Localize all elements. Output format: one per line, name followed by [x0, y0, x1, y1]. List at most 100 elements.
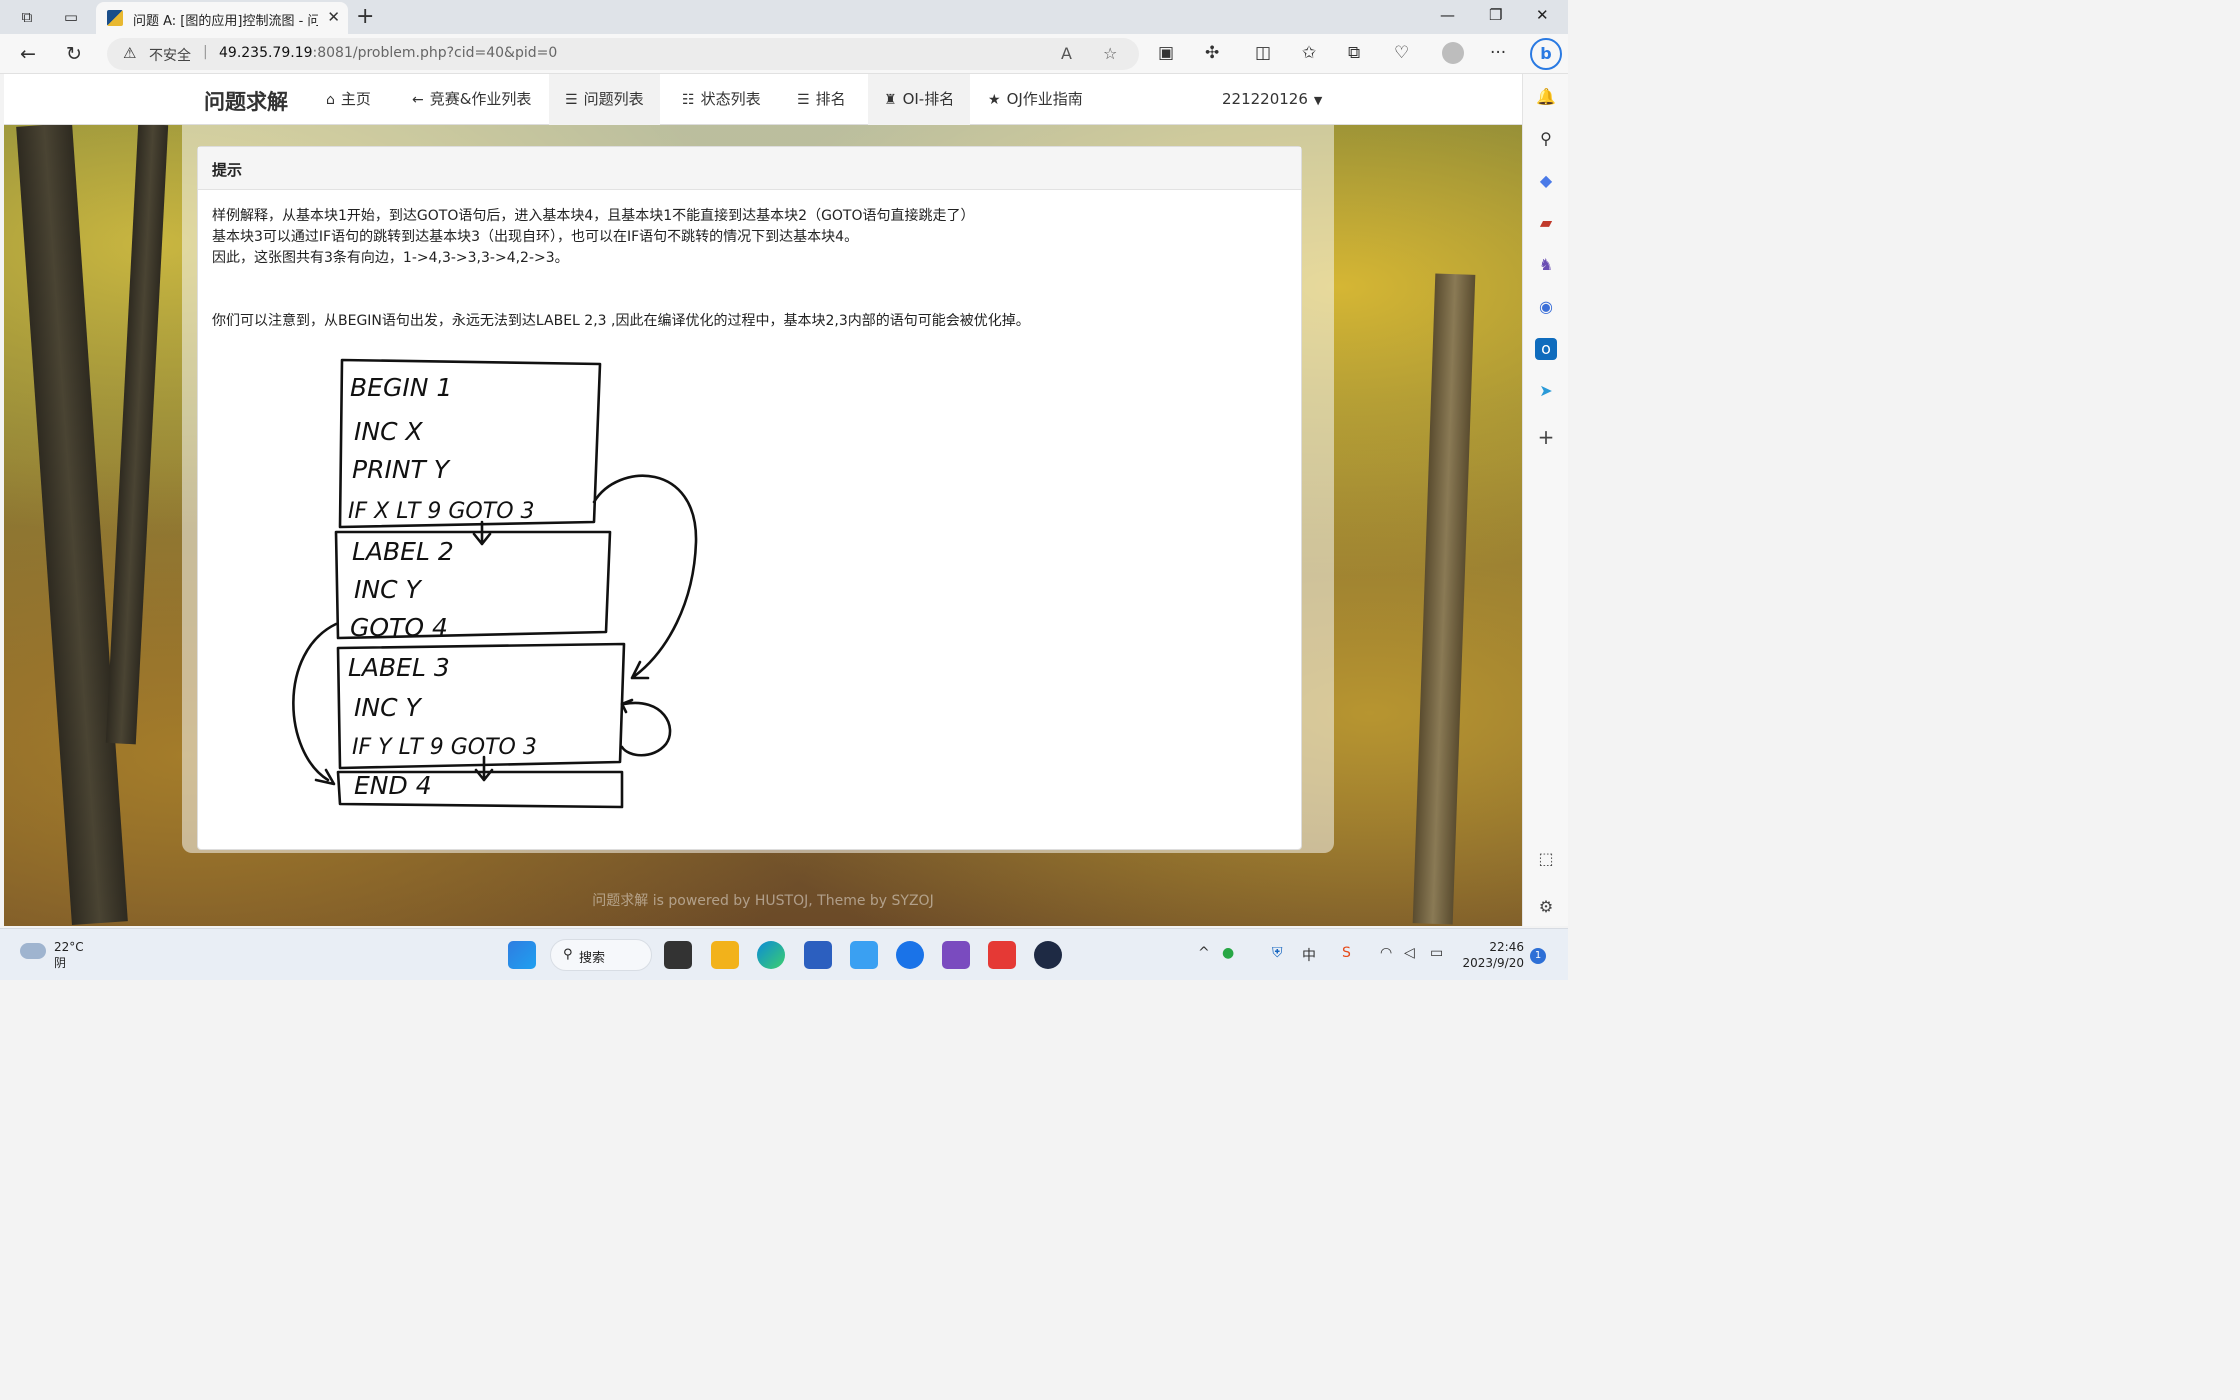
site-footer: 问题求解 is powered by HUSTOJ, Theme by SYZO…	[592, 893, 934, 909]
send-icon[interactable]: ➤	[1535, 380, 1557, 402]
panel-body: 样例解释，从基本块1开始，到达GOTO语句后，进入基本块4，且基本块1不能直接到…	[198, 190, 1301, 809]
clock[interactable]: 22:46 2023/9/20	[1462, 939, 1524, 971]
add-icon[interactable]: +	[1535, 426, 1557, 448]
search-icon[interactable]: ⚲	[1535, 128, 1557, 150]
nav-oi-ranking[interactable]: ♜ OI-排名	[868, 74, 971, 125]
sketch-line: END 4	[354, 771, 432, 800]
tray-chevron-icon[interactable]: ^	[1198, 945, 1210, 961]
windows-start-icon[interactable]	[508, 941, 536, 969]
site-brand[interactable]: 问题求解	[204, 86, 288, 116]
youdao-icon[interactable]	[988, 941, 1016, 969]
caret-down-icon: ▼	[1313, 94, 1323, 107]
time: 22:46	[1489, 940, 1524, 954]
sketch-line: LABEL 3	[348, 653, 450, 682]
app-tray-icon[interactable]: S	[1342, 945, 1351, 961]
copilot-icon[interactable]: ◉	[1535, 296, 1557, 318]
battery-icon[interactable]: ▭	[1430, 945, 1443, 961]
warning-icon: ⚠	[123, 44, 137, 62]
tab-actions-icon[interactable]: ▭	[61, 7, 81, 27]
arrow-left-icon: ←	[412, 92, 424, 108]
tools-briefcase-icon[interactable]: ▰	[1535, 212, 1557, 234]
bing-copilot-icon[interactable]: b	[1530, 38, 1562, 70]
nav-label: 竞赛&作业列表	[429, 90, 532, 108]
list-icon: ☰	[797, 92, 810, 108]
control-flow-sketch: BEGIN 1 INC X PRINT Y IF X LT 9 GOTO 3 L…	[292, 358, 698, 809]
browser-tab-active[interactable]: 问题 A: [图的应用]控制流图 - 问题 ✕	[96, 2, 348, 34]
more-menu-icon[interactable]: ···	[1490, 43, 1506, 63]
security-shield-icon[interactable]: ⛨	[1272, 945, 1283, 961]
read-aloud-icon[interactable]: A	[1061, 44, 1072, 63]
arrow-3-4	[474, 755, 494, 782]
favorite-star-icon[interactable]: ☆	[1103, 44, 1117, 63]
favorites-icon[interactable]: ✩	[1302, 43, 1316, 63]
shopping-tag-icon[interactable]: ◆	[1535, 170, 1557, 192]
close-tab-icon[interactable]: ✕	[327, 8, 340, 26]
new-tab-icon[interactable]: +	[356, 4, 374, 29]
outlook-icon[interactable]: o	[1535, 338, 1557, 360]
nav-problems[interactable]: ☰ 问题列表	[549, 74, 660, 125]
url-field[interactable]: ⚠ 不安全 | 49.235.79.19:8081/problem.php?ci…	[107, 38, 1139, 70]
store-icon[interactable]	[804, 941, 832, 969]
security-label[interactable]: 不安全	[149, 45, 191, 65]
sketch-line: IF X LT 9 GOTO 3	[348, 499, 535, 524]
window-close-icon[interactable]: ✕	[1536, 6, 1549, 24]
nav-home[interactable]: ⌂ 主页	[310, 74, 387, 125]
nav-contests[interactable]: ← 竞赛&作业列表	[396, 74, 547, 125]
taskbar-search[interactable]: ⚲ 搜索	[550, 939, 652, 971]
minimize-icon[interactable]: —	[1440, 6, 1455, 24]
split-screen-icon[interactable]: ◫	[1255, 43, 1271, 63]
user-dropdown[interactable]: 221220126 ▼	[1222, 74, 1322, 125]
cloud-icon[interactable]	[20, 943, 46, 959]
back-icon[interactable]: ←	[20, 43, 36, 65]
ime-indicator[interactable]: 中	[1302, 945, 1316, 965]
username: 221220126	[1222, 90, 1308, 108]
file-explorer-icon[interactable]	[711, 941, 739, 969]
extension-icon[interactable]: ▣	[1158, 43, 1174, 63]
screenshot-icon[interactable]: ⬚	[1535, 848, 1557, 870]
edge-sidebar: 🔔 ⚲ ◆ ▰ ♞ ◉ o ➤ + ⬚ ⚙	[1522, 74, 1568, 926]
weather-widget[interactable]: 22°C 阴	[54, 939, 84, 971]
refresh-icon[interactable]: ↻	[66, 43, 82, 65]
hint-panel: 提示 样例解释，从基本块1开始，到达GOTO语句后，进入基本块4，且基本块1不能…	[197, 146, 1302, 850]
person-icon: ♜	[884, 92, 897, 108]
wifi-icon[interactable]: ◠	[1380, 945, 1392, 961]
page-viewport: 问题求解 ⌂ 主页 ← 竞赛&作业列表 ☰ 问题列表 ☷ 状态列表 ☰ 排名 ♜ OI-排名…	[4, 74, 1522, 926]
search-label: 搜索	[579, 951, 606, 966]
games-icon[interactable]: ♞	[1535, 254, 1557, 276]
list-icon: ☰	[565, 92, 578, 108]
url-path: :8081/problem.php?cid=40&pid=0	[312, 45, 558, 61]
wechat-icon[interactable]: ●	[1222, 945, 1234, 961]
nav-label: 排名	[815, 90, 846, 108]
nav-status[interactable]: ☷ 状态列表	[666, 74, 777, 125]
sketch-line: INC Y	[354, 693, 422, 722]
volume-icon[interactable]: ◁	[1404, 945, 1415, 961]
bell-icon[interactable]: 🔔	[1535, 86, 1557, 108]
collections-icon[interactable]: ⧉	[1348, 43, 1360, 63]
restore-icon[interactable]: ❐	[1489, 6, 1502, 24]
home-icon: ⌂	[326, 92, 335, 108]
site-favicon-icon	[107, 10, 123, 26]
settings-gear-icon[interactable]: ⚙	[1535, 896, 1557, 918]
task-view-icon[interactable]	[664, 941, 692, 969]
url-text[interactable]: 49.235.79.19:8081/problem.php?cid=40&pid…	[219, 45, 557, 61]
edge-icon[interactable]	[757, 941, 785, 969]
app-icon[interactable]	[1034, 941, 1062, 969]
app-icon[interactable]	[850, 941, 878, 969]
date: 2023/9/20	[1462, 956, 1524, 970]
sketch-line: GOTO 4	[350, 613, 448, 642]
notification-badge[interactable]: 1	[1530, 948, 1546, 964]
self-loop-3	[620, 698, 672, 757]
browser-essentials-icon[interactable]: ♡	[1394, 43, 1409, 63]
nav-ranking[interactable]: ☰ 排名	[781, 74, 862, 125]
extensions-puzzle-icon[interactable]: ✣	[1205, 43, 1219, 63]
profile-avatar[interactable]	[1442, 42, 1464, 64]
panel-title: 提示	[198, 147, 1301, 190]
nav-guide[interactable]: ★ OJ作业指南	[972, 74, 1099, 125]
app-icon[interactable]	[896, 941, 924, 969]
sketch-line: PRINT Y	[352, 455, 451, 484]
hint-line: 基本块3可以通过IF语句的跳转到达基本块3（出现自环），也可以在IF语句不跳转的…	[212, 229, 859, 245]
sketch-line: INC Y	[354, 575, 422, 604]
workspaces-icon[interactable]: ⧉	[17, 7, 37, 27]
visual-studio-icon[interactable]	[942, 941, 970, 969]
sketch-line: IF Y LT 9 GOTO 3	[352, 735, 537, 760]
